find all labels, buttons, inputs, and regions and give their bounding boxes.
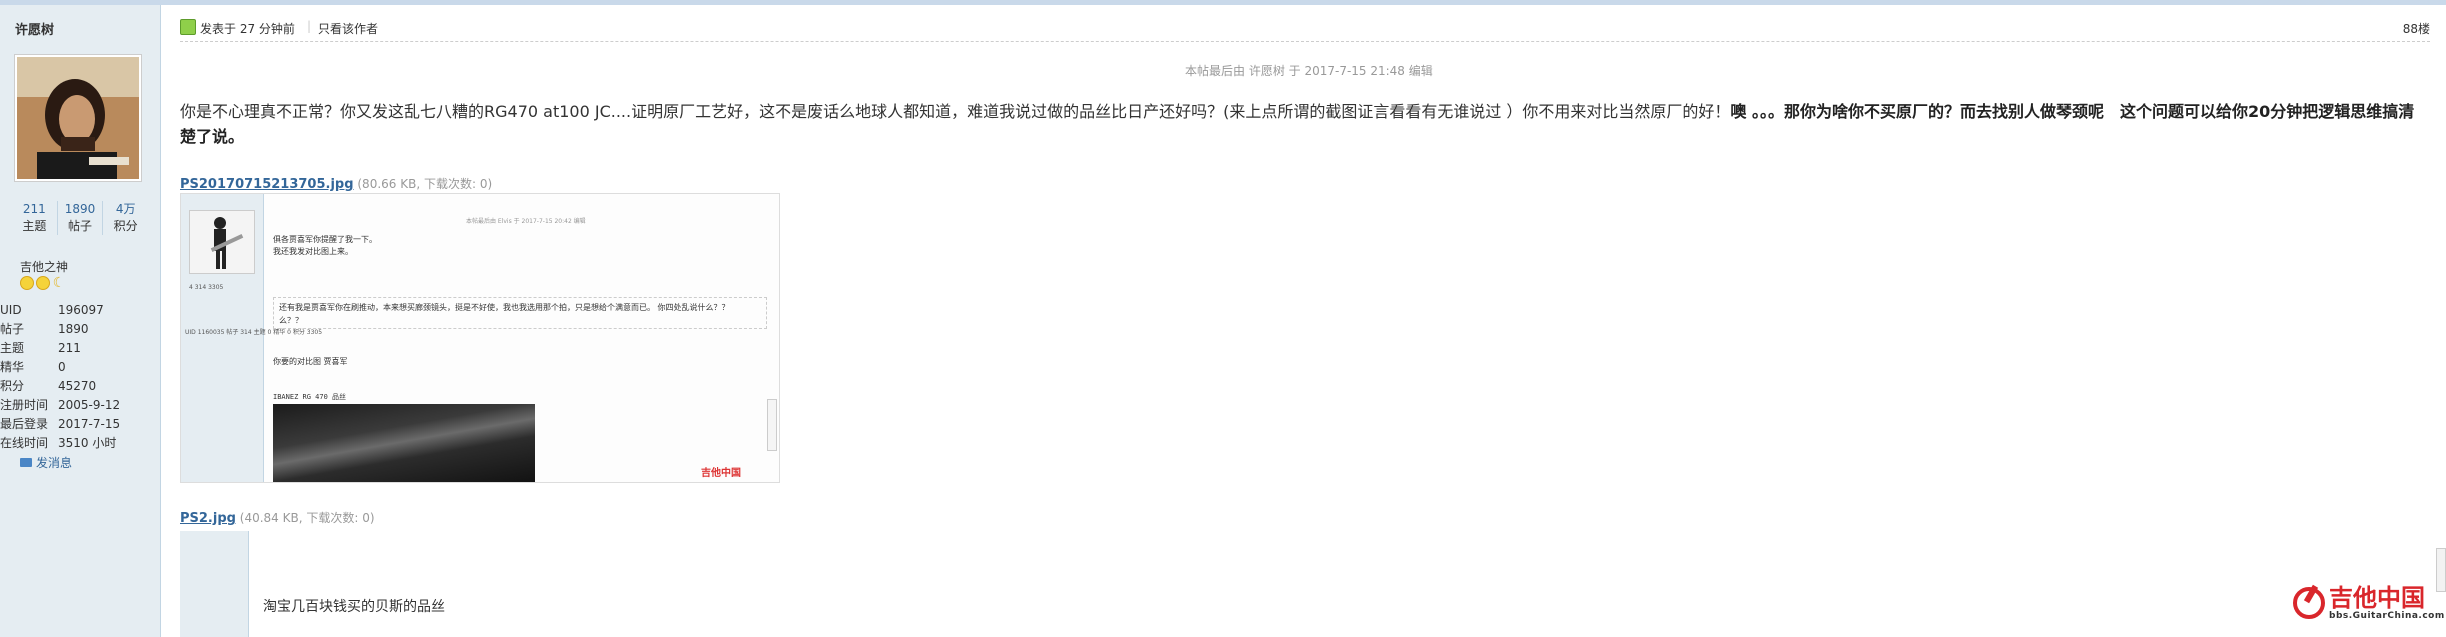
user-rank-title: 吉他之神 [20,260,69,274]
info-row: 帖子 1890 [0,322,89,336]
stat-posts[interactable]: 1890 帖子 [56,201,103,235]
stat-topics[interactable]: 211 主题 [12,201,57,235]
mini-line: 我还我发对比图上来。 [273,247,353,256]
site-watermark: 吉他中国 bbs.GuitarChina.com [2293,585,2445,621]
post-content: 你是不心理真不正常？你又发这乱七八糟的RG470 at100 JC....证明原… [180,99,2430,149]
user-info-list: UID 196097 帖子 1890 主题 211 精华 0 积分 45270 注册时间 2… [0,301,160,453]
user-stats: 211 主题 1890 帖子 4万 积分 [12,201,148,235]
mini-watermark: 吉他中国 [701,468,741,479]
watermark-url: bbs.GuitarChina.com [2329,611,2445,621]
sun-icon [36,276,50,290]
rank-stars: ☾ [20,276,66,290]
attachment-image-2-caption: 淘宝几百块钱买的贝斯的品丝 [263,599,445,615]
mini-avatar [189,210,255,274]
edit-note: 本帖最后由 许愿树 于 2017-7-15 21:48 编辑 [1185,64,1433,78]
info-row: 精华 0 [0,360,66,374]
attachment-link[interactable]: PS20170715213705.jpg [180,177,354,192]
username-link[interactable]: 许愿树 [15,19,54,38]
info-row: 在线时间 3510 小时 [0,436,117,450]
mini-stats: 4 314 3305 [189,284,224,291]
header-separator: | [307,19,312,33]
post-header: 发表于 27 分钟前 | 只看该作者 88楼 [180,13,2430,42]
mini-quote-line: 还有我是贾喜军你在刷推动，本来想买廊颈镜头，挺是不好使，我也我选用那个拍，只是想… [279,303,730,312]
mini-quote-line: 么？？ [279,316,303,325]
mini-line: 俱各贾喜军你提醒了我一下。 [273,235,377,244]
mini-info: UID 1160035 帖子 314 主题 0 精华 0 积分 3305 [185,329,323,336]
online-status-icon [180,19,196,35]
send-message-link[interactable]: 发消息 [20,454,72,471]
guitar-logo-icon [2293,587,2325,619]
attachment-image-2-sidebar[interactable] [180,531,249,637]
only-author-link[interactable]: 只看该作者 [318,20,378,37]
moon-icon: ☾ [52,275,66,291]
attachment-link[interactable]: PS2.jpg [180,511,236,526]
envelope-icon [20,458,32,467]
avatar-image [17,57,139,179]
attachment-image-1[interactable]: 4 314 3305 UID 1160035 帖子 314 主题 0 精华 0 … [180,193,780,483]
attachment-meta: (80.66 KB, 下载次数: 0) [357,177,493,191]
avatar[interactable] [14,54,142,182]
top-border [0,0,2446,5]
mini-edit-note: 本帖最后由 Elvis 于 2017-7-15 20:42 编辑 [466,218,586,225]
sun-icon [20,276,34,290]
attachment-2: PS2.jpg (40.84 KB, 下载次数: 0) [180,509,375,526]
info-row: 注册时间 2005-9-12 [0,398,121,412]
attachment-meta: (40.84 KB, 下载次数: 0) [239,511,375,525]
info-row: 主题 211 [0,341,81,355]
scrollbar-thumb[interactable] [2436,548,2446,592]
floor-number-link[interactable]: 88楼 [2403,20,2430,37]
attachment-1: PS20170715213705.jpg (80.66 KB, 下载次数: 0) [180,175,492,192]
guitar-player-icon [190,211,254,273]
post-time: 发表于 27 分钟前 [200,22,295,36]
user-sidebar: 许愿树 211 主题 1890 帖子 4万 积分 吉他之神 ☾ UID 1960… [0,5,161,637]
mini-caption: IBANEZ RG 470 品丝 [273,393,347,401]
watermark-title: 吉他中国 [2329,584,2425,612]
fret-photo [273,404,535,482]
info-row: 最后登录 2017-7-15 [0,417,121,431]
info-row: 积分 45270 [0,379,97,393]
mini-scrollbar [767,399,777,451]
post-text: 你是不心理真不正常？你又发这乱七八糟的RG470 at100 JC....证明原… [180,102,1731,121]
mini-line: 你要的对比图 贾喜军 [273,357,348,366]
stat-credits[interactable]: 4万 积分 [102,201,148,235]
info-row: UID 196097 [0,303,104,317]
